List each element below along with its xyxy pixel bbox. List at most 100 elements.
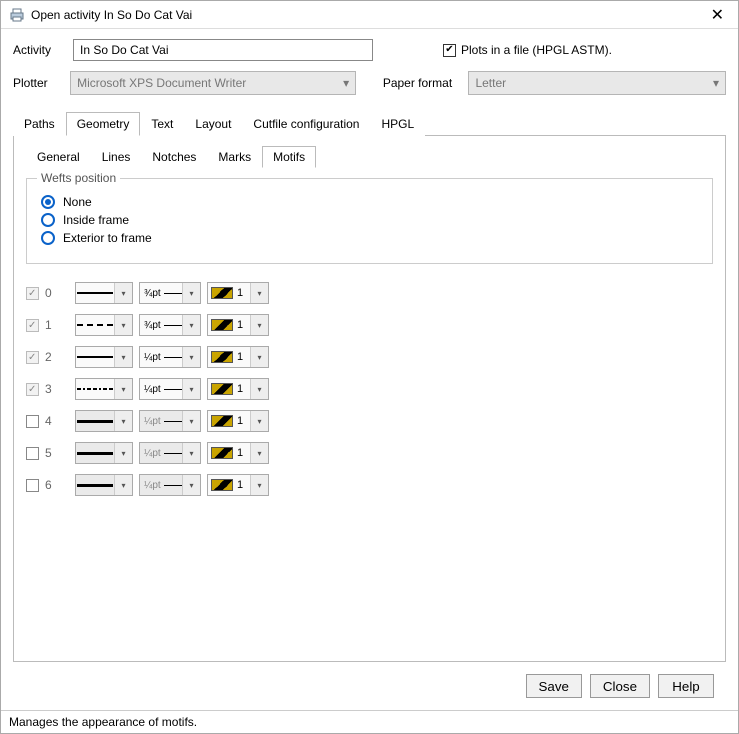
plotter-label: Plotter: [13, 76, 70, 90]
motif-row: 4▾¼pt▾1▾: [26, 410, 713, 432]
line-color-select-1[interactable]: 1▾: [207, 314, 269, 336]
radio-row: Exterior to frame: [41, 231, 698, 245]
chevron-down-icon: ▾: [182, 283, 200, 303]
dialog-footer: Save Close Help: [13, 662, 726, 710]
chevron-down-icon: ▾: [250, 347, 268, 367]
chevron-down-icon: ▾: [114, 379, 132, 399]
motif-checkbox-4[interactable]: [26, 415, 39, 428]
color-swatch-icon: [211, 383, 233, 395]
line-style-select-1[interactable]: ▾: [75, 314, 133, 336]
chevron-down-icon: ▾: [114, 283, 132, 303]
line-style-select-2[interactable]: ▾: [75, 346, 133, 368]
motif-index-label: 1: [45, 318, 61, 332]
dialog-body: Activity ✔ Plots in a file (HPGL ASTM). …: [1, 29, 738, 710]
motif-index-label: 5: [45, 446, 61, 460]
tab-paths[interactable]: Paths: [13, 112, 66, 136]
subtab-lines[interactable]: Lines: [91, 146, 142, 168]
radio-inside-frame[interactable]: [41, 213, 55, 227]
motif-checkbox-3: ✓: [26, 383, 39, 396]
tab-geometry[interactable]: Geometry: [66, 112, 141, 136]
radio-none[interactable]: [41, 195, 55, 209]
motif-index-label: 0: [45, 286, 61, 300]
chevron-down-icon: ▾: [182, 347, 200, 367]
line-style-select-3[interactable]: ▾: [75, 378, 133, 400]
chevron-down-icon: ▾: [713, 76, 719, 90]
radio-label: None: [63, 195, 92, 209]
paper-format-select[interactable]: Letter ▾: [468, 71, 726, 95]
line-color-select-5[interactable]: 1▾: [207, 442, 269, 464]
activity-input[interactable]: [73, 39, 373, 61]
line-style-select-0[interactable]: ▾: [75, 282, 133, 304]
line-weight-select-6: ¼pt▾: [139, 474, 201, 496]
chevron-down-icon: ▾: [182, 315, 200, 335]
line-weight-select-0[interactable]: ¾pt▾: [139, 282, 201, 304]
close-icon[interactable]: ✕: [705, 5, 730, 25]
chevron-down-icon: ▾: [114, 411, 132, 431]
radio-row: None: [41, 195, 698, 209]
outer-tabs: PathsGeometryTextLayoutCutfile configura…: [13, 111, 726, 135]
motif-index-label: 4: [45, 414, 61, 428]
motif-index-label: 2: [45, 350, 61, 364]
line-style-select-6: ▾: [75, 474, 133, 496]
chevron-down-icon: ▾: [250, 475, 268, 495]
status-text: Manages the appearance of motifs.: [9, 715, 197, 729]
color-number: 1: [237, 415, 243, 427]
line-color-select-4[interactable]: 1▾: [207, 410, 269, 432]
motif-index-label: 3: [45, 382, 61, 396]
line-color-select-0[interactable]: 1▾: [207, 282, 269, 304]
plots-checkbox-label: Plots in a file (HPGL ASTM).: [461, 43, 612, 57]
tab-text[interactable]: Text: [140, 112, 184, 136]
subtab-notches[interactable]: Notches: [141, 146, 207, 168]
radio-row: Inside frame: [41, 213, 698, 227]
color-swatch-icon: [211, 287, 233, 299]
line-color-select-6[interactable]: 1▾: [207, 474, 269, 496]
plots-checkbox[interactable]: ✔: [443, 44, 456, 57]
tab-layout[interactable]: Layout: [184, 112, 242, 136]
chevron-down-icon: ▾: [250, 411, 268, 431]
color-number: 1: [237, 383, 243, 395]
chevron-down-icon: ▾: [182, 443, 200, 463]
chevron-down-icon: ▾: [182, 411, 200, 431]
line-weight-select-5: ¼pt▾: [139, 442, 201, 464]
activity-label: Activity: [13, 43, 73, 57]
inner-tabs: GeneralLinesNotchesMarksMotifs: [26, 146, 713, 168]
line-color-select-2[interactable]: 1▾: [207, 346, 269, 368]
chevron-down-icon: ▾: [250, 379, 268, 399]
wefts-legend: Wefts position: [37, 171, 120, 185]
line-weight-select-3[interactable]: ¼pt▾: [139, 378, 201, 400]
subtab-motifs[interactable]: Motifs: [262, 146, 316, 168]
radio-exterior-to-frame[interactable]: [41, 231, 55, 245]
plotter-value: Microsoft XPS Document Writer: [77, 76, 246, 90]
paper-format-value: Letter: [475, 76, 506, 90]
help-button[interactable]: Help: [658, 674, 714, 698]
motif-row: ✓0▾¾pt▾1▾: [26, 282, 713, 304]
geometry-panel: GeneralLinesNotchesMarksMotifs Wefts pos…: [13, 135, 726, 662]
line-style-select-4: ▾: [75, 410, 133, 432]
radio-label: Exterior to frame: [63, 231, 152, 245]
close-button[interactable]: Close: [590, 674, 650, 698]
line-weight-select-4: ¼pt▾: [139, 410, 201, 432]
save-button[interactable]: Save: [526, 674, 582, 698]
chevron-down-icon: ▾: [250, 443, 268, 463]
chevron-down-icon: ▾: [114, 475, 132, 495]
motif-checkbox-6[interactable]: [26, 479, 39, 492]
printer-icon: [9, 7, 25, 23]
tab-cutfile-configuration[interactable]: Cutfile configuration: [242, 112, 370, 136]
line-weight-select-1[interactable]: ¾pt▾: [139, 314, 201, 336]
titlebar: Open activity In So Do Cat Vai ✕: [1, 1, 738, 29]
motif-table: ✓0▾¾pt▾1▾✓1▾¾pt▾1▾✓2▾¼pt▾1▾✓3▾¼pt▾1▾4▾¼p…: [26, 282, 713, 496]
tab-hpgl[interactable]: HPGL: [370, 112, 425, 136]
motif-checkbox-5[interactable]: [26, 447, 39, 460]
plotter-select[interactable]: Microsoft XPS Document Writer ▾: [70, 71, 356, 95]
chevron-down-icon: ▾: [343, 76, 349, 90]
subtab-general[interactable]: General: [26, 146, 91, 168]
status-bar: Manages the appearance of motifs.: [1, 710, 738, 733]
subtab-marks[interactable]: Marks: [207, 146, 262, 168]
color-swatch-icon: [211, 447, 233, 459]
line-color-select-3[interactable]: 1▾: [207, 378, 269, 400]
line-weight-select-2[interactable]: ¼pt▾: [139, 346, 201, 368]
color-swatch-icon: [211, 479, 233, 491]
color-number: 1: [237, 479, 243, 491]
chevron-down-icon: ▾: [182, 475, 200, 495]
color-number: 1: [237, 287, 243, 299]
